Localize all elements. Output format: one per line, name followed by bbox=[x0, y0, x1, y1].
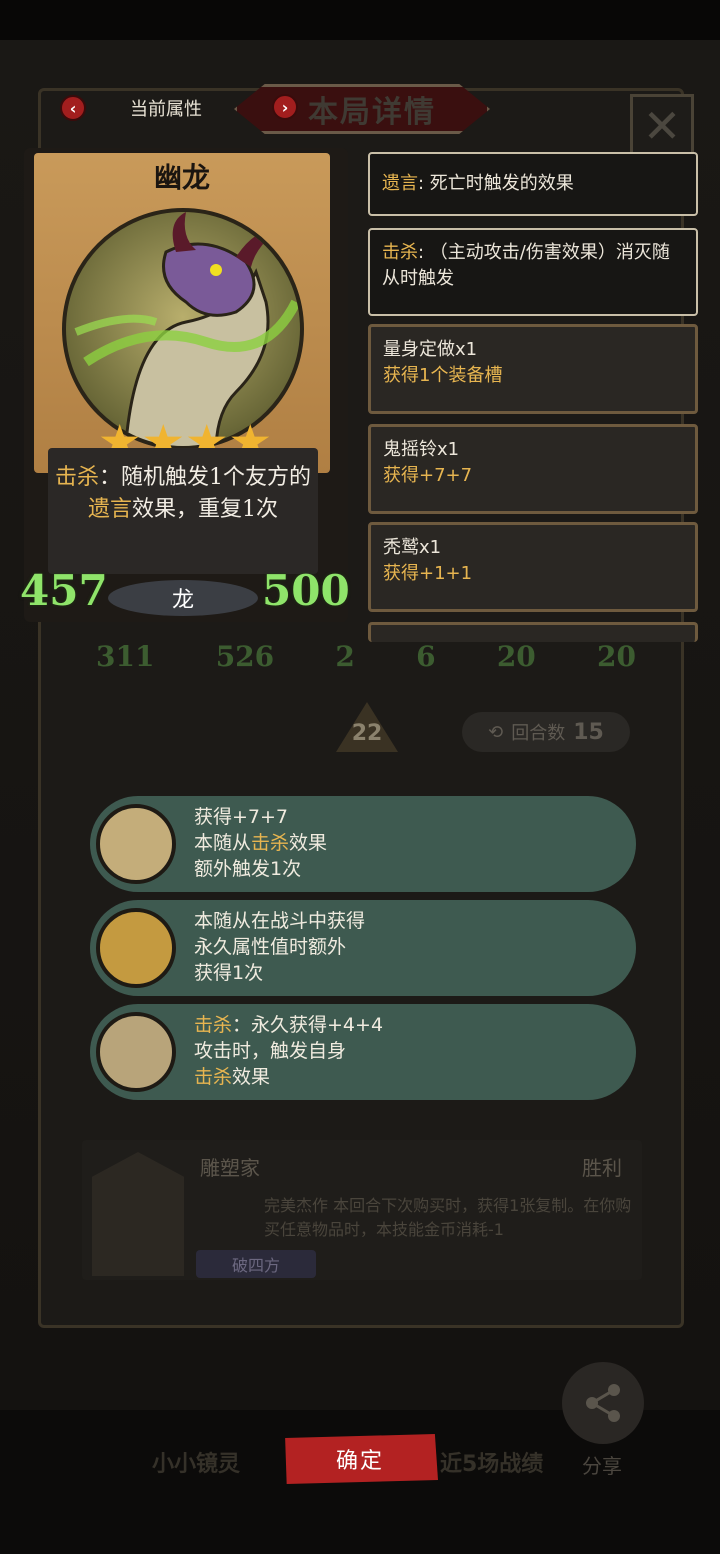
close-icon: ✕ bbox=[642, 99, 682, 153]
item-tooltip: 获得+7+7 本随从击杀效果 额外触发1次 bbox=[90, 796, 636, 892]
item-line: 额外触发1次 bbox=[194, 858, 302, 880]
stat-value: 6 bbox=[416, 640, 436, 673]
hero-skill-name: 完美杰作 bbox=[264, 1196, 329, 1215]
turn-counter: ⟲ 回合数 15 bbox=[462, 712, 630, 752]
turn-value: 15 bbox=[573, 719, 604, 745]
attack-value: 457 bbox=[20, 566, 108, 615]
card-name: 幽龙 bbox=[153, 161, 210, 194]
tab-recent-record[interactable]: 近5场战绩 bbox=[440, 1446, 543, 1478]
tab-current-attributes[interactable]: ‹ 当前属性 bbox=[60, 90, 240, 126]
match-result: 胜利 bbox=[582, 1156, 622, 1180]
stat-value: 2 bbox=[335, 640, 355, 673]
item-line: 本随从在战斗中获得 bbox=[194, 910, 366, 932]
stat-value: 20 bbox=[496, 640, 536, 673]
keyword-kill: 击杀 bbox=[54, 465, 99, 490]
buff-panel-partial bbox=[368, 622, 698, 642]
health-value: 500 bbox=[262, 566, 350, 615]
close-button[interactable]: ✕ bbox=[630, 94, 694, 158]
buff-text: 获得+7+7 bbox=[383, 465, 473, 486]
item-line: 获得+7+7 bbox=[194, 806, 289, 828]
share-label: 分享 bbox=[582, 1454, 622, 1478]
buff-title: 量身定做x1 bbox=[383, 339, 478, 360]
keyword-kill: 击杀 bbox=[194, 1014, 233, 1036]
share-icon bbox=[586, 1384, 620, 1422]
keyword-title: 击杀 bbox=[382, 242, 418, 263]
desc-text: 效果，重复1次 bbox=[132, 497, 278, 522]
hero-skill-description: 完美杰作 本回合下次购买时，获得1张复制。在你购买任意物品时，本技能金币消耗-1 bbox=[264, 1194, 634, 1242]
chevron-left-icon[interactable]: ‹ bbox=[60, 95, 86, 121]
stat-value: 311 bbox=[96, 640, 155, 673]
keyword-deathrattle: 遗言 bbox=[87, 497, 132, 522]
confirm-button[interactable]: 确定 bbox=[285, 1434, 438, 1484]
tab-spirit[interactable]: 小小镜灵 bbox=[152, 1446, 240, 1478]
item-tooltip: 击杀：永久获得+4+4 攻击时，触发自身 击杀效果 bbox=[90, 1004, 636, 1100]
keyword-title: 遗言 bbox=[382, 173, 418, 194]
keyword-kill: 击杀 bbox=[194, 1066, 233, 1088]
tab-detail-label: 本局详情 bbox=[308, 95, 436, 130]
item-line: 获得1次 bbox=[194, 962, 264, 984]
buff-title: 秃鹫x1 bbox=[383, 537, 442, 558]
buff-panel: 鬼摇铃x1 获得+7+7 bbox=[368, 424, 698, 514]
keyword-panel-deathrattle: 遗言: 死亡时触发的效果 bbox=[368, 152, 698, 216]
ring-item-icon bbox=[96, 908, 176, 988]
dragon-portrait-image bbox=[62, 208, 304, 450]
keyword-text: : （主动攻击/伤害效果）消灭随从时触发 bbox=[382, 242, 670, 289]
buff-text: 获得+1+1 bbox=[383, 563, 473, 584]
item-line: 攻击时，触发自身 bbox=[194, 1040, 347, 1062]
item-tooltip: 本随从在战斗中获得 永久属性值时额外 获得1次 bbox=[90, 900, 636, 996]
hero-name: 雕塑家 bbox=[200, 1156, 260, 1180]
level-value: 22 bbox=[351, 721, 383, 746]
board-minion-stats: 311 526 2 6 20 20 bbox=[96, 640, 636, 680]
stat-value: 526 bbox=[215, 640, 275, 673]
bell-item-icon bbox=[96, 804, 176, 884]
buff-panel: 量身定做x1 获得1个装备槽 bbox=[368, 324, 698, 414]
item-line: 永久属性值时额外 bbox=[194, 936, 347, 958]
buff-text: 获得1个装备槽 bbox=[383, 365, 503, 386]
item-line: 效果 bbox=[232, 1066, 271, 1088]
refresh-icon: ⟲ bbox=[488, 721, 504, 743]
item-line: ：永久获得+4+4 bbox=[232, 1014, 384, 1036]
keyword-text: : 死亡时触发的效果 bbox=[418, 173, 574, 194]
chevron-right-icon[interactable]: › bbox=[272, 94, 298, 120]
buff-panel: 秃鹫x1 获得+1+1 bbox=[368, 522, 698, 612]
share-button[interactable] bbox=[562, 1362, 644, 1444]
turn-label: 回合数 bbox=[511, 723, 566, 744]
item-line: 效果 bbox=[289, 832, 328, 854]
keyword-panel-kill: 击杀: （主动攻击/伤害效果）消灭随从时触发 bbox=[368, 228, 698, 316]
keyword-kill: 击杀 bbox=[251, 832, 290, 854]
vulture-item-icon bbox=[96, 1012, 176, 1092]
hero-portrait-image bbox=[92, 1152, 184, 1276]
item-line: 本随从 bbox=[194, 832, 252, 854]
buff-title: 鬼摇铃x1 bbox=[383, 439, 460, 460]
tab-current-label: 当前属性 bbox=[130, 99, 202, 120]
hero-tag: 破四方 bbox=[196, 1250, 316, 1278]
desc-text: ：随机触发1个友方的 bbox=[99, 465, 311, 490]
card-description: 击杀：随机触发1个友方的遗言效果，重复1次 bbox=[54, 462, 312, 526]
stat-value: 20 bbox=[597, 640, 636, 673]
tribe-label: 龙 bbox=[108, 580, 258, 616]
